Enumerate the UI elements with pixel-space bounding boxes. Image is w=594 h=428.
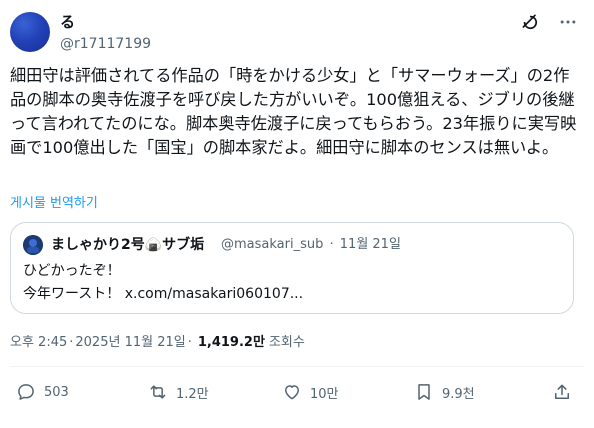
views-label: 조회수 — [268, 335, 305, 350]
action-bar: 503 1.2만 10만 9.9천 — [10, 382, 584, 406]
tweet-date[interactable]: 2025년 11월 21일 — [75, 333, 185, 353]
translate-link[interactable]: 게시물 번역하기 — [10, 192, 98, 211]
user-handle[interactable]: @r17117199 — [60, 34, 151, 54]
divider — [10, 366, 584, 367]
bookmark-count: 9.9천 — [442, 386, 475, 402]
share-button[interactable] — [552, 382, 580, 402]
tweet-text: 細田守は評価されてる作品の「時をかける少女」と「サマーウォーズ」の2作品の脚本の… — [10, 66, 577, 157]
bookmark-button[interactable]: 9.9천 — [414, 382, 475, 402]
quote-handle: @masakari_sub — [221, 237, 324, 252]
quote-card[interactable]: ましゃかり2号🍙サブ垢 @masakari_sub · 11월 21일 ひどかっ… — [10, 222, 574, 314]
view-count: 1,419.2만 — [197, 335, 265, 350]
quote-meta: @masakari_sub · 11월 21일 — [221, 237, 401, 252]
bookmark-icon — [414, 382, 434, 402]
like-count: 10만 — [310, 386, 339, 402]
heart-icon — [282, 382, 302, 402]
tweet-meta: 오후 2:45 · 2025년 11월 21일 · 1,419.2만 조회수 — [10, 333, 305, 353]
retweet-button[interactable]: 1.2만 — [148, 382, 209, 402]
grok-icon[interactable] — [520, 12, 540, 32]
reply-button[interactable]: 503 — [16, 382, 69, 402]
display-name[interactable]: る — [60, 12, 75, 32]
reply-icon — [16, 382, 36, 402]
share-icon — [552, 382, 572, 402]
quote-avatar — [23, 235, 43, 255]
avatar[interactable] — [10, 12, 50, 52]
reply-count: 503 — [44, 384, 69, 400]
quote-text-line: 今年ワースト！ x.com/masakari060107... — [23, 286, 304, 302]
like-button[interactable]: 10만 — [282, 382, 339, 402]
header-icons — [520, 12, 578, 32]
quote-date: 11월 21일 — [339, 237, 401, 252]
quote-text-line: ひどかったぞ！ — [23, 263, 121, 279]
more-icon[interactable] — [558, 12, 578, 32]
retweet-icon — [148, 382, 168, 402]
retweet-count: 1.2만 — [176, 386, 209, 402]
tweet: る @r17117199 細田守は評価されてる作品の「時をかける少女」と「サマー… — [0, 0, 594, 428]
tweet-time[interactable]: 오후 2:45 — [10, 333, 67, 353]
quote-display-name: ましゃかり2号🍙サブ垢 — [51, 237, 205, 253]
